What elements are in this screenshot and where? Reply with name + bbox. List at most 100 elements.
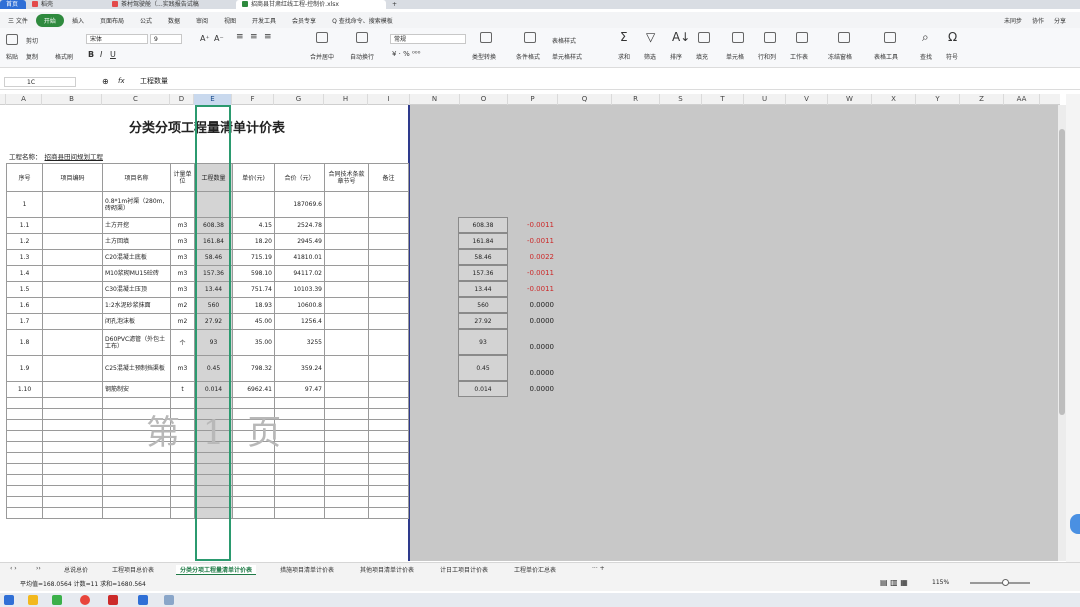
cell-empty[interactable] xyxy=(324,408,369,420)
cell-no[interactable]: 1 xyxy=(6,191,43,218)
cell-empty[interactable] xyxy=(368,397,409,409)
zoom-slider-handle[interactable] xyxy=(1002,579,1009,586)
cell-name[interactable]: 1:2水泥砂浆抹面 xyxy=(102,297,171,314)
cell-total[interactable]: 3255 xyxy=(274,329,325,356)
cell-empty[interactable] xyxy=(368,496,409,508)
cell-empty[interactable] xyxy=(274,485,325,497)
header-cell[interactable]: 合价（元） xyxy=(274,163,325,192)
cell-empty[interactable] xyxy=(42,474,103,486)
add-sheet-button[interactable]: ··· + xyxy=(592,565,605,572)
cell-empty[interactable] xyxy=(274,507,325,519)
cell-total[interactable]: 2524.78 xyxy=(274,217,325,234)
col-header[interactable]: O xyxy=(460,94,508,105)
col-header[interactable]: S xyxy=(660,94,702,105)
cell-empty[interactable] xyxy=(368,249,409,266)
assistant-bubble[interactable] xyxy=(1070,514,1080,534)
cell-qty[interactable]: 27.92 xyxy=(194,313,233,330)
cell-empty[interactable] xyxy=(194,474,233,486)
cell-empty[interactable] xyxy=(368,217,409,234)
cell-qty[interactable]: 13.44 xyxy=(194,281,233,298)
helper-diff-cell[interactable]: 0.0000 xyxy=(518,317,555,325)
cell-empty[interactable] xyxy=(368,281,409,298)
helper-value-cell[interactable]: 157.36 xyxy=(458,265,508,281)
col-header[interactable]: Q xyxy=(558,94,612,105)
format-painter-button[interactable]: 格式刷 xyxy=(55,52,73,61)
cell-name[interactable]: C20混凝土底板 xyxy=(102,249,171,266)
cell-unit[interactable] xyxy=(170,191,195,218)
sheet-tab[interactable]: 其他项目清单计价表 xyxy=(360,565,414,574)
cell-empty[interactable] xyxy=(194,463,233,475)
col-header[interactable]: B xyxy=(42,94,102,105)
menu-review[interactable]: 审阅 xyxy=(188,16,216,25)
cell-unit[interactable]: t xyxy=(170,381,195,398)
header-cell[interactable]: 序号 xyxy=(6,163,43,192)
cell-empty[interactable] xyxy=(324,381,369,398)
cell-unit[interactable]: m3 xyxy=(170,355,195,382)
bold-button[interactable]: B xyxy=(88,50,94,59)
cell-total[interactable]: 97.47 xyxy=(274,381,325,398)
cell-code[interactable] xyxy=(42,297,103,314)
cell-empty[interactable] xyxy=(232,485,275,497)
cell-empty[interactable] xyxy=(194,496,233,508)
col-header[interactable]: T xyxy=(702,94,744,105)
paste-icon[interactable] xyxy=(6,34,18,45)
header-cell[interactable]: 计量单位 xyxy=(170,163,195,192)
cell-empty[interactable] xyxy=(232,452,275,464)
cell-empty[interactable] xyxy=(324,463,369,475)
fill-icon[interactable] xyxy=(698,32,710,43)
helper-value-cell[interactable]: 93 xyxy=(458,329,508,355)
cell-total[interactable]: 359.24 xyxy=(274,355,325,382)
underline-button[interactable]: U xyxy=(110,50,116,59)
cell-empty[interactable] xyxy=(194,485,233,497)
cell-code[interactable] xyxy=(42,381,103,398)
col-header[interactable]: AA xyxy=(1004,94,1040,105)
cell-price[interactable]: 798.32 xyxy=(232,355,275,382)
cell-qty[interactable] xyxy=(194,191,233,218)
cell-unit[interactable]: m3 xyxy=(170,217,195,234)
conditional-format-icon[interactable] xyxy=(524,32,536,43)
cell-empty[interactable] xyxy=(368,463,409,475)
cell-empty[interactable] xyxy=(324,297,369,314)
start-icon[interactable] xyxy=(4,595,14,605)
helper-diff-cell[interactable]: 0.0000 xyxy=(518,301,555,309)
font-size-select[interactable]: 9 xyxy=(150,34,182,44)
cut-button[interactable]: 剪切 xyxy=(26,36,38,45)
cell-total[interactable]: 94117.02 xyxy=(274,265,325,282)
cell-code[interactable] xyxy=(42,329,103,356)
cell-code[interactable] xyxy=(42,217,103,234)
cell-no[interactable]: 1.10 xyxy=(6,381,43,398)
menu-developer[interactable]: 开发工具 xyxy=(244,16,284,25)
sum-icon[interactable]: Σ xyxy=(620,30,628,44)
cell-empty[interactable] xyxy=(6,419,43,431)
find-button[interactable]: 查找 xyxy=(920,52,932,61)
helper-value-cell[interactable]: 608.38 xyxy=(458,217,508,233)
cell-code[interactable] xyxy=(42,281,103,298)
cell-empty[interactable] xyxy=(368,474,409,486)
cell-total[interactable]: 187069.6 xyxy=(274,191,325,218)
cell-code[interactable] xyxy=(42,313,103,330)
filter-icon[interactable]: ▽ xyxy=(646,30,655,44)
align-top-icon[interactable]: ≡ xyxy=(236,32,244,42)
cell-empty[interactable] xyxy=(42,496,103,508)
sync-status[interactable]: 未同步 xyxy=(1004,16,1022,25)
cell-qty[interactable]: 0.45 xyxy=(194,355,233,382)
cell-empty[interactable] xyxy=(368,507,409,519)
cell-qty[interactable]: 157.36 xyxy=(194,265,233,282)
cell-unit[interactable]: m3 xyxy=(170,249,195,266)
tab-document[interactable]: 茶村驾驶舱（...实践报告试稿 xyxy=(106,0,236,9)
cell-button[interactable]: 单元格 xyxy=(726,52,744,61)
font-shrink-button[interactable]: A⁻ xyxy=(214,34,224,43)
cell-qty[interactable]: 58.46 xyxy=(194,249,233,266)
font-name-select[interactable]: 宋体 xyxy=(86,34,148,44)
cell-empty[interactable] xyxy=(324,249,369,266)
cell-no[interactable]: 1.6 xyxy=(6,297,43,314)
cell-qty[interactable]: 608.38 xyxy=(194,217,233,234)
tab-home[interactable]: 首页 xyxy=(0,0,26,9)
cell-empty[interactable] xyxy=(324,507,369,519)
cell-no[interactable]: 1.5 xyxy=(6,281,43,298)
sheet-print-area[interactable]: 分类分项工程量清单计价表 工程名称： 招商县田间规划工程 序号 项目编码 项目名称… xyxy=(6,105,410,561)
symbol-button[interactable]: 符号 xyxy=(946,52,958,61)
cell-empty[interactable] xyxy=(324,419,369,431)
cell-empty[interactable] xyxy=(6,463,43,475)
merge-center-button[interactable]: 合并居中 xyxy=(310,52,334,61)
